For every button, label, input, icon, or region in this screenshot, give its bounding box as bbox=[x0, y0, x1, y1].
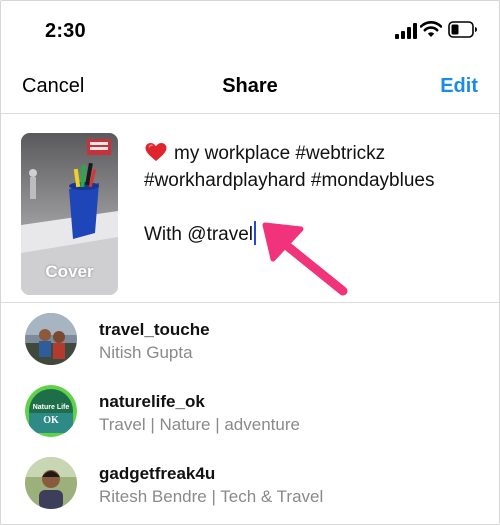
caption-line-1: my workplace #webtrickz bbox=[174, 143, 386, 164]
compose-area: Cover my workplace #webtrickz #workhardp… bbox=[1, 114, 499, 303]
avatar bbox=[25, 457, 77, 509]
cover-thumbnail[interactable]: Cover bbox=[21, 133, 118, 295]
username: travel_touche bbox=[99, 320, 210, 339]
text-cursor bbox=[254, 221, 257, 245]
edit-button[interactable]: Edit bbox=[440, 75, 478, 98]
cancel-button[interactable]: Cancel bbox=[22, 75, 84, 98]
status-time: 2:30 bbox=[45, 20, 86, 42]
mention-suggestions: travel_touche Nitish Gupta Nature Life O… bbox=[1, 303, 499, 519]
avatar-text: Nature Life bbox=[33, 404, 70, 411]
user-subtitle: Nitish Gupta bbox=[99, 343, 193, 362]
user-subtitle: Travel | Nature | adventure bbox=[99, 415, 300, 434]
username: naturelife_ok bbox=[99, 392, 205, 411]
username: gadgetfreak4u bbox=[99, 464, 216, 483]
avatar bbox=[25, 313, 77, 365]
annotation-arrow-icon bbox=[262, 222, 348, 296]
share-screen: 2:30 Share Cancel Edit Cover my workplac… bbox=[0, 0, 500, 525]
heart-icon bbox=[145, 142, 167, 162]
avatar: Nature Life OK bbox=[25, 385, 77, 437]
status-bar: 2:30 bbox=[1, 1, 499, 61]
caption-line-3: With @travel bbox=[144, 224, 254, 245]
wifi-icon bbox=[420, 21, 442, 37]
user-subtitle: Ritesh Bendre | Tech & Travel bbox=[99, 487, 324, 506]
list-item[interactable]: Nature Life OK naturelife_ok Travel | Na… bbox=[1, 375, 499, 447]
list-item[interactable]: gadgetfreak4u Ritesh Bendre | Tech & Tra… bbox=[1, 447, 499, 519]
battery-icon bbox=[448, 21, 477, 38]
list-item[interactable]: travel_touche Nitish Gupta bbox=[1, 303, 499, 375]
signal-icon bbox=[395, 23, 417, 39]
caption-line-2: #workhardplayhard #mondayblues bbox=[144, 170, 435, 191]
nav-bar: Share Cancel Edit bbox=[1, 61, 499, 114]
avatar-text: OK bbox=[43, 415, 59, 426]
cover-label: Cover bbox=[45, 262, 94, 281]
